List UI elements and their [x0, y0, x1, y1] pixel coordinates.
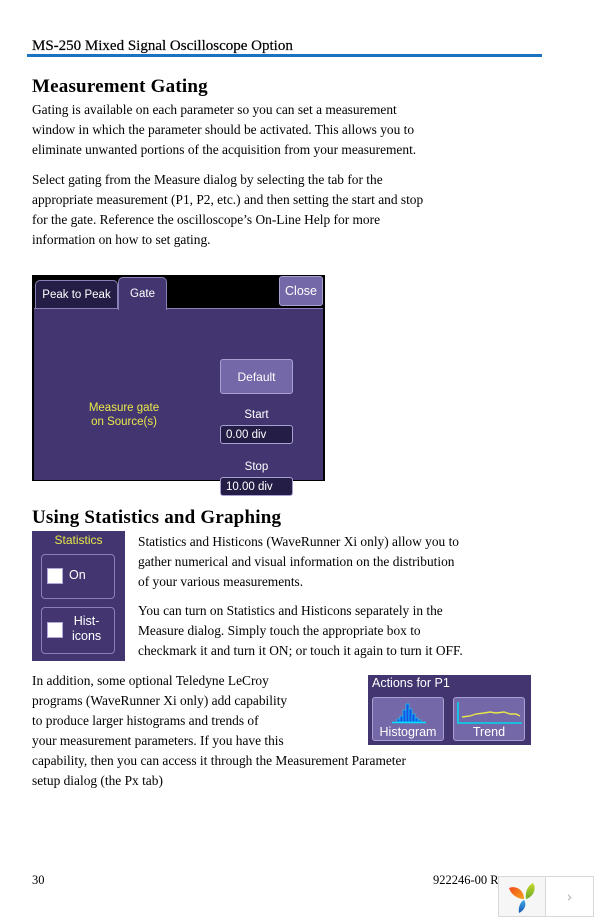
histicons-label: Hist- icons — [72, 614, 101, 644]
trend-label: Trend — [472, 725, 506, 739]
text-line: to produce larger histograms and trends … — [32, 713, 259, 728]
default-button[interactable]: Default — [220, 359, 293, 394]
page-number: 30 — [32, 873, 45, 887]
text-line: programs (WaveRunner Xi only) add capabi… — [32, 693, 288, 708]
document-number: 922246-00 R — [433, 873, 499, 887]
actions-title: Actions for P1 — [372, 676, 450, 690]
start-label: Start — [244, 409, 269, 421]
histogram-icon — [392, 703, 426, 724]
tab-gate[interactable]: Gate — [118, 277, 167, 310]
measure-gate-dialog: Peak to Peak Gate Close Default Measure … — [32, 275, 325, 496]
text-line: Measure dialog. Simply touch the appropr… — [138, 623, 421, 638]
statistics-on-toggle[interactable]: On — [41, 554, 115, 599]
paragraph-statistics-intro: Statistics and Histicons (WaveRunner Xi … — [138, 532, 459, 592]
text-line: of your various measurements. — [138, 574, 304, 589]
section-heading-measurement-gating: Measurement Gating — [32, 76, 208, 97]
measure-gate-source-label: Measure gate on Source(s) — [79, 401, 169, 429]
stop-label: Stop — [244, 461, 269, 473]
viewer-nav-widget: › — [498, 876, 594, 917]
header-rule — [27, 54, 542, 57]
histogram-button[interactable]: Histogram — [372, 697, 444, 741]
statistics-on-checkbox[interactable] — [47, 568, 63, 584]
text-line: Gating is available on each parameter so… — [32, 102, 397, 117]
text-line: appropriate measurement (P1, P2, etc.) a… — [32, 192, 424, 207]
next-page-button[interactable]: › — [546, 877, 593, 916]
paragraph-gating-how-to: Select gating from the Measure dialog by… — [32, 170, 423, 250]
tab-peak-to-peak[interactable]: Peak to Peak — [35, 280, 118, 309]
statistics-panel: Statistics On Hist- icons — [32, 531, 125, 661]
running-header-title: MS-250 Mixed Signal Oscilloscope Option — [32, 38, 293, 54]
paragraph-statistics-toggle: You can turn on Statistics and Histicons… — [138, 601, 463, 661]
text-line: gather numerical and visual information … — [138, 554, 455, 569]
statistics-title: Statistics — [54, 533, 103, 547]
text-line: for the gate. Reference the oscilloscope… — [32, 212, 381, 227]
text-line: In addition, some optional Teledyne LeCr… — [32, 673, 269, 688]
app-logo-icon[interactable] — [508, 882, 538, 914]
gate-tab-panel: Default Measure gate on Source(s) Start … — [34, 308, 323, 496]
histicons-checkbox[interactable] — [47, 622, 63, 638]
gate-label-line: Measure gate — [88, 402, 160, 414]
paragraph-gating-intro: Gating is available on each parameter so… — [32, 100, 416, 160]
histicons-toggle[interactable]: Hist- icons — [41, 607, 115, 654]
section-heading-statistics-graphing: Using Statistics and Graphing — [32, 507, 282, 528]
trend-button[interactable]: Trend — [453, 697, 525, 741]
actions-panel: Actions for P1 Histogram Trend — [368, 675, 531, 745]
text-line: setup dialog (the Px tab) — [32, 773, 163, 788]
text-line: Select gating from the Measure dialog by… — [32, 172, 383, 187]
text-line: capability, then you can access it throu… — [32, 753, 406, 768]
histogram-label: Histogram — [379, 725, 437, 739]
text-line: eliminate unwanted portions of the acqui… — [32, 142, 417, 157]
text-line: You can turn on Statistics and Histicons… — [138, 603, 443, 618]
text-line: information on how to set gating. — [32, 232, 211, 247]
chevron-right-icon: › — [566, 887, 573, 906]
text-line: checkmark it and turn it ON; or touch it… — [138, 643, 463, 658]
trend-icon — [457, 702, 522, 724]
histicons-label-line: Hist- — [73, 614, 100, 628]
histicons-label-line: icons — [72, 629, 102, 643]
text-line: window in which the parameter should be … — [32, 122, 415, 137]
text-line: Statistics and Histicons (WaveRunner Xi … — [138, 534, 459, 549]
stop-input[interactable]: 10.00 div — [220, 477, 293, 496]
text-line: your measurement parameters. If you have… — [32, 733, 284, 748]
paragraph-histogram-trend: In addition, some optional Teledyne LeCr… — [32, 671, 406, 791]
start-input[interactable]: 0.00 div — [220, 425, 293, 444]
close-button[interactable]: Close — [279, 276, 323, 306]
statistics-on-label: On — [69, 568, 86, 582]
gate-label-line: on Source(s) — [91, 416, 157, 428]
